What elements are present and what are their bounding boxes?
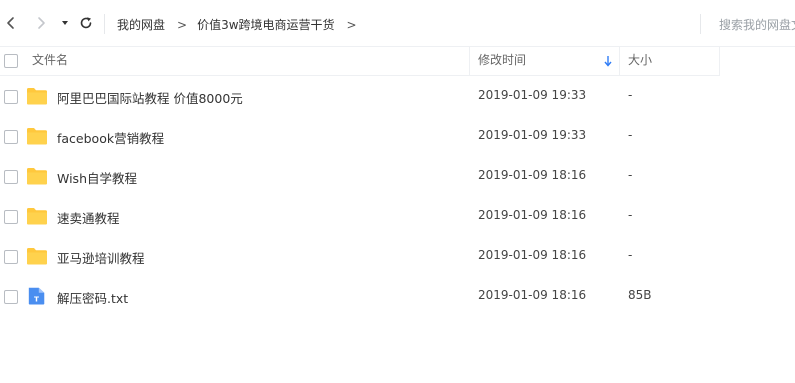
toolbar: 我的网盘 > 价值3w跨境电商运营干货 > 搜索我的网盘文: [0, 0, 795, 47]
row-checkbox[interactable]: [4, 130, 18, 144]
modified-time: 2019-01-09 19:33: [478, 88, 587, 102]
column-divider: [469, 46, 470, 75]
svg-text:T: T: [34, 294, 39, 303]
row-checkbox[interactable]: [4, 170, 18, 184]
row-checkbox[interactable]: [4, 290, 18, 304]
modified-time: 2019-01-09 18:16: [478, 288, 587, 302]
modified-time: 2019-01-09 18:16: [478, 208, 587, 222]
history-dropdown-button[interactable]: [54, 12, 76, 34]
file-size: -: [628, 168, 633, 182]
row-checkbox[interactable]: [4, 250, 18, 264]
folder-icon: [27, 168, 47, 185]
chevron-left-icon: [7, 17, 14, 29]
refresh-icon: [80, 17, 92, 29]
breadcrumb-item-root[interactable]: 我的网盘: [117, 16, 165, 33]
file-size: -: [628, 208, 633, 222]
file-name[interactable]: 亚马逊培训教程: [57, 248, 145, 267]
row-checkbox[interactable]: [4, 210, 18, 224]
breadcrumb: 我的网盘 > 价值3w跨境电商运营干货 >: [117, 16, 367, 33]
file-size: -: [628, 88, 633, 102]
modified-time: 2019-01-09 18:16: [478, 168, 587, 182]
file-size: -: [628, 248, 633, 262]
column-header-modified[interactable]: 修改时间: [478, 46, 526, 75]
file-list-header: 文件名 修改时间 大小: [0, 46, 720, 76]
select-all-checkbox[interactable]: [4, 54, 18, 68]
column-header-name[interactable]: 文件名: [32, 46, 68, 75]
file-row[interactable]: 速卖通教程 2019-01-09 18:16 -: [0, 196, 795, 236]
breadcrumb-item-current[interactable]: 价值3w跨境电商运营干货: [197, 16, 334, 33]
chevron-right-icon: [38, 17, 45, 29]
breadcrumb-separator: >: [346, 18, 357, 32]
file-name[interactable]: 阿里巴巴国际站教程 价值8000元: [57, 88, 243, 107]
file-row[interactable]: facebook营销教程 2019-01-09 19:33 -: [0, 116, 795, 156]
caret-down-icon: [62, 21, 68, 25]
search-input[interactable]: 搜索我的网盘文: [719, 16, 795, 33]
forward-button[interactable]: [30, 12, 52, 34]
text-file-icon: T: [28, 287, 45, 305]
file-name[interactable]: 解压密码.txt: [57, 288, 128, 307]
file-size: 85B: [628, 288, 652, 302]
file-size: -: [628, 128, 633, 142]
file-name[interactable]: 速卖通教程: [57, 208, 120, 227]
file-row[interactable]: Wish自学教程 2019-01-09 18:16 -: [0, 156, 795, 196]
back-button[interactable]: [0, 12, 22, 34]
file-row[interactable]: 亚马逊培训教程 2019-01-09 18:16 -: [0, 236, 795, 276]
column-divider: [619, 46, 620, 75]
column-header-size[interactable]: 大小: [628, 46, 652, 75]
folder-icon: [27, 128, 47, 145]
refresh-button[interactable]: [75, 12, 97, 34]
folder-icon: [27, 88, 47, 105]
modified-time: 2019-01-09 18:16: [478, 248, 587, 262]
file-name[interactable]: facebook营销教程: [57, 128, 164, 147]
column-divider: [719, 46, 720, 75]
modified-time: 2019-01-09 19:33: [478, 128, 587, 142]
folder-icon: [27, 248, 47, 265]
search-divider: [700, 14, 701, 34]
file-name[interactable]: Wish自学教程: [57, 168, 137, 187]
breadcrumb-separator: >: [177, 18, 188, 32]
file-row[interactable]: T 解压密码.txt 2019-01-09 18:16 85B: [0, 276, 795, 316]
row-checkbox[interactable]: [4, 90, 18, 104]
toolbar-divider: [104, 14, 105, 34]
sort-down-arrow-icon[interactable]: [603, 55, 613, 67]
file-row[interactable]: 阿里巴巴国际站教程 价值8000元 2019-01-09 19:33 -: [0, 76, 795, 116]
folder-icon: [27, 208, 47, 225]
